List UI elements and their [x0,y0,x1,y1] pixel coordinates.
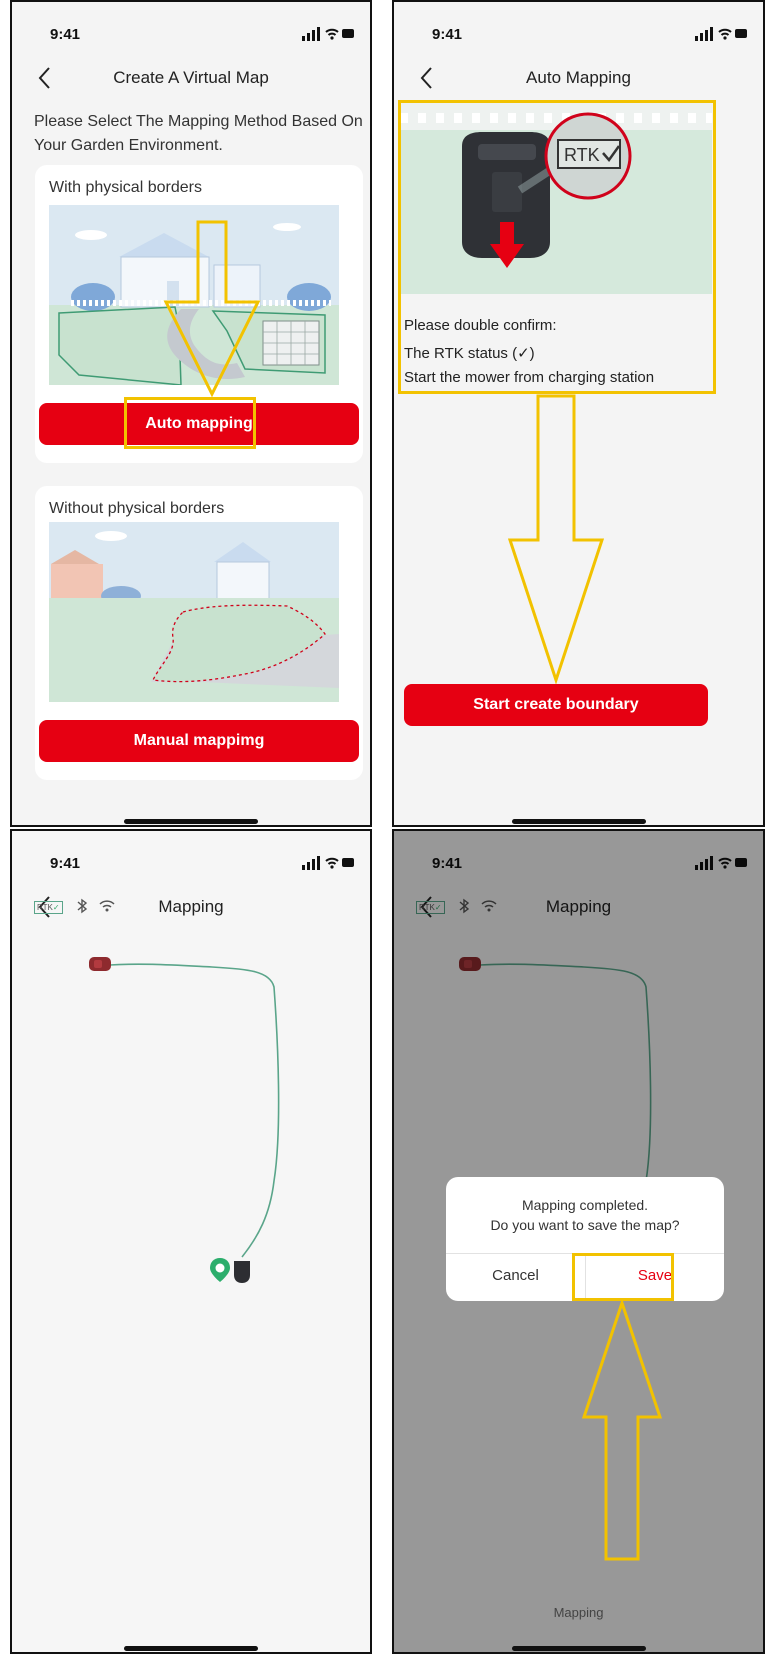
auto-mapping-highlight [124,397,256,449]
screen-mapping: 9:41 Mapping RTK✓ [10,829,372,1654]
screen-auto-mapping: 9:41 Auto Mapping RTK Please double conf… [392,0,765,827]
status-time: 9:41 [50,855,81,872]
garden-open-illustration [49,522,339,702]
info-highlight-box [398,100,716,394]
nav-bar: Create A Virtual Map [12,60,370,96]
footer-status-text: Mapping [553,1605,604,1620]
up-arrow-annotation [581,1299,663,1561]
mower-icon [89,957,111,971]
card-title: Without physical borders [49,500,225,517]
status-icons [302,856,354,870]
mapping-path-canvas [109,963,280,1258]
status-icons [302,27,354,41]
bluetooth-icon [77,898,88,914]
home-indicator [124,1646,258,1651]
home-indicator [511,1646,646,1651]
home-indicator [124,819,258,824]
screen-mapping-complete: 9:41 Mapping RTK✓ Mapping completed. Do … [392,829,765,1654]
save-highlight [572,1253,674,1301]
connection-status-row: RTK✓ [34,897,115,915]
rtk-status-badge: RTK✓ [34,901,63,914]
page-title: Create A Virtual Map [113,68,269,87]
intro-text: Please Select The Mapping Method Based O… [34,113,363,154]
status-time: 9:41 [432,26,463,43]
screen-create-virtual-map: 9:41 Create A Virtual Map Please Select … [10,0,372,827]
card-without-physical-borders: Without physical borders Manual mappimg [35,486,363,780]
charging-station-icon [234,1261,250,1283]
home-indicator [511,819,646,824]
dialog-message-line2: Do you want to save the map? [490,1217,680,1233]
down-arrow-annotation [163,220,261,398]
manual-mapping-button[interactable]: Manual mappimg [39,720,359,762]
wifi-icon [99,900,115,912]
start-create-boundary-button[interactable]: Start create boundary [404,684,708,726]
nav-bar: Auto Mapping [394,60,763,96]
location-pin-icon [210,1258,230,1282]
status-bar: 9:41 [394,2,763,62]
dialog-message-line1: Mapping completed. [521,1197,649,1213]
status-bar: 9:41 [12,2,370,62]
page-title: Auto Mapping [526,68,631,87]
status-bar: 9:41 [12,831,370,891]
rtk-label: RTK [37,903,53,912]
check-icon: ✓ [52,903,60,912]
down-arrow-annotation [507,394,605,684]
status-icons [695,27,747,41]
card-title: With physical borders [49,179,202,196]
status-time: 9:41 [50,26,81,43]
cancel-button[interactable]: Cancel [446,1253,585,1299]
